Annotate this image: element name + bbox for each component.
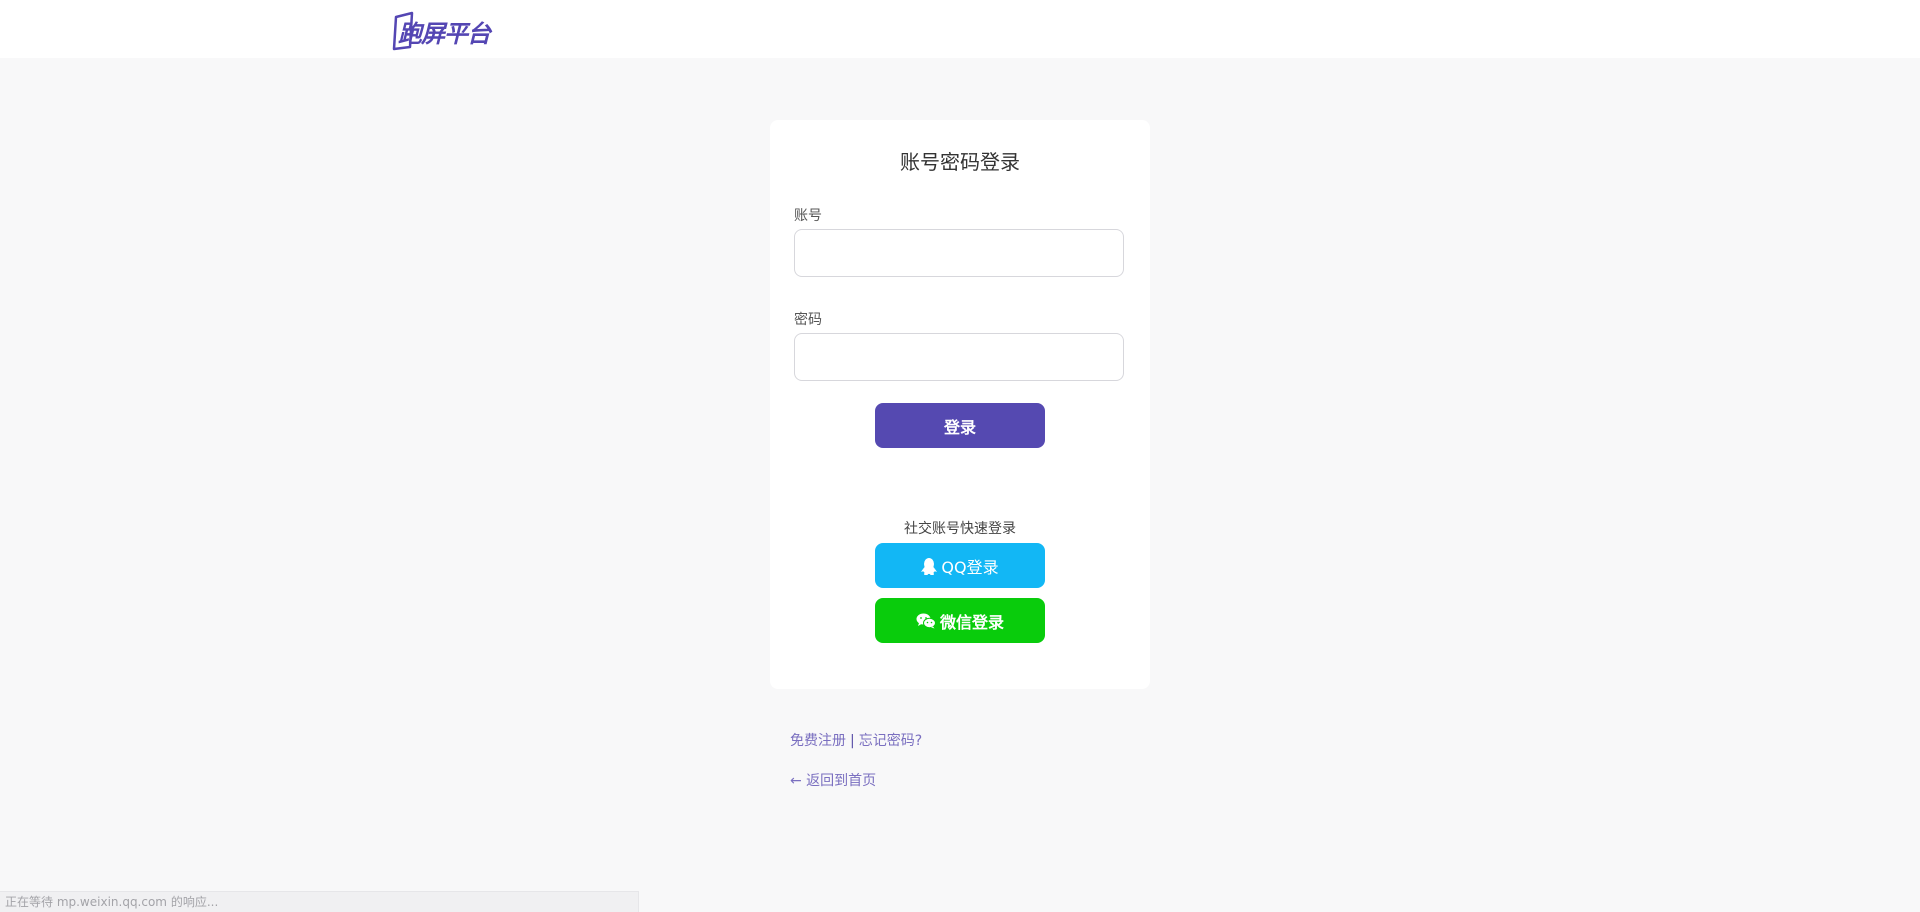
qq-penguin-icon	[921, 557, 938, 575]
password-label: 密码	[794, 312, 822, 328]
top-header: 跑屏平台	[0, 0, 1920, 58]
qq-login-button[interactable]: QQ登录	[875, 543, 1045, 588]
wechat-icon	[916, 613, 936, 629]
login-button-label: 登录	[943, 417, 976, 437]
login-button[interactable]: 登录	[875, 403, 1045, 448]
logo-text: 跑屏平台	[398, 19, 491, 48]
browser-status-bar: 正在等待 mp.weixin.qq.com 的响应...	[0, 891, 639, 912]
password-input[interactable]	[794, 333, 1124, 381]
login-title: 账号密码登录	[900, 150, 1020, 174]
account-links: 免费注册 | 忘记密码?	[790, 730, 922, 750]
site-logo[interactable]: 跑屏平台	[390, 11, 491, 51]
link-separator: |	[850, 733, 855, 749]
account-label: 账号	[794, 208, 822, 224]
account-input[interactable]	[794, 229, 1124, 277]
wechat-login-label: 微信登录	[939, 612, 1004, 632]
qq-login-label: QQ登录	[941, 557, 999, 577]
social-login-caption: 社交账号快速登录	[904, 521, 1016, 537]
login-card: 账号密码登录 账号 密码 登录 社交账号快速登录 QQ登录 微信登录	[770, 120, 1150, 689]
back-home-link[interactable]: ← 返回到首页	[790, 770, 876, 790]
register-link[interactable]: 免费注册	[790, 733, 846, 749]
forgot-password-link[interactable]: 忘记密码?	[859, 733, 922, 749]
wechat-login-button[interactable]: 微信登录	[875, 598, 1045, 643]
